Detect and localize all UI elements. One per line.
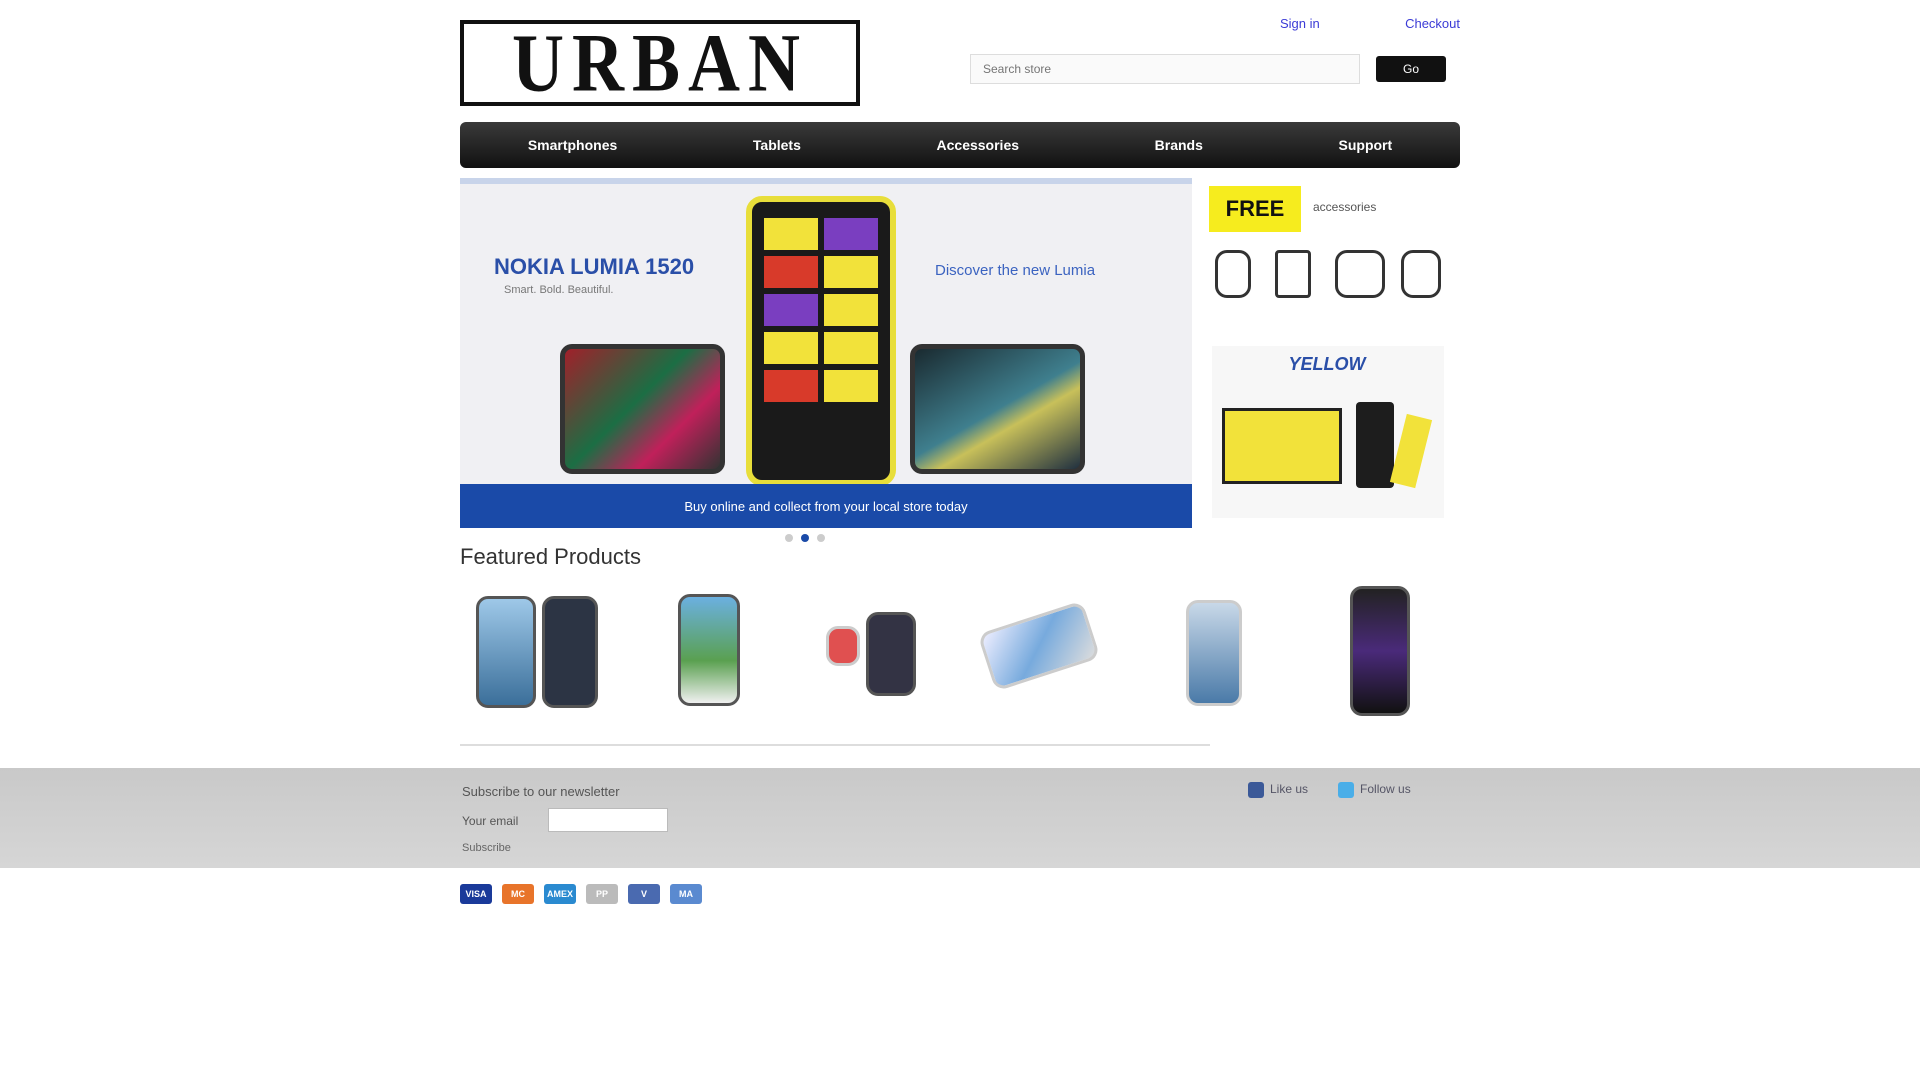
payment-icons: VISA MC AMEX PP V MA [460, 884, 702, 904]
nav-item-accessories[interactable]: Accessories [937, 137, 1020, 153]
search-button[interactable]: Go [1376, 56, 1446, 82]
footer: Subscribe to our newsletter Your email S… [0, 768, 1920, 868]
yellow-box-image [1222, 408, 1342, 484]
promo-text: accessories [1313, 200, 1377, 214]
product-item[interactable] [638, 586, 778, 716]
checkout-link[interactable]: Checkout [1405, 16, 1460, 31]
cable-icon [1275, 250, 1311, 298]
product-row [460, 586, 1460, 726]
slider-dots [785, 534, 825, 542]
sign-in-link[interactable]: Sign in [1280, 16, 1320, 31]
twitter-icon [1338, 782, 1355, 798]
visa-electron-icon: V [628, 884, 660, 904]
site-logo[interactable]: URBAN [460, 16, 860, 108]
free-badge: FREE [1209, 186, 1301, 232]
lumia-phone-image [746, 196, 896, 486]
tablet-right-image [910, 344, 1085, 474]
product-item[interactable] [806, 586, 946, 716]
paypal-icon: PP [586, 884, 618, 904]
product-image [977, 600, 1101, 692]
product-item[interactable] [1310, 586, 1450, 716]
divider [460, 744, 1210, 746]
subscribe-button[interactable]: Subscribe [462, 842, 511, 854]
product-image [826, 626, 860, 666]
charger-icon [1401, 250, 1441, 298]
facebook-label: Like us [1270, 782, 1309, 797]
product-image [476, 596, 536, 708]
hero-title: NOKIA LUMIA 1520 [494, 254, 695, 279]
nav-item-smartphones[interactable]: Smartphones [528, 137, 617, 153]
social-links: Like us Follow us [1248, 782, 1411, 798]
case-icon [1335, 250, 1385, 298]
product-image [678, 594, 740, 706]
twitter-link[interactable]: Follow us [1338, 782, 1411, 798]
product-image [866, 612, 916, 696]
black-phone-image [1356, 402, 1394, 488]
logo-text: URBAN [511, 16, 808, 109]
slider-dot[interactable] [785, 534, 793, 542]
nav-item-tablets[interactable]: Tablets [753, 137, 801, 153]
newsletter-title: Subscribe to our newsletter [462, 784, 620, 799]
search-input[interactable] [970, 54, 1360, 84]
product-item[interactable] [974, 586, 1114, 716]
product-image [1186, 600, 1242, 706]
product-image [542, 596, 598, 708]
top-links: Sign in Checkout [1280, 16, 1460, 31]
email-label: Your email [462, 814, 519, 828]
headphones-icon [1215, 250, 1251, 298]
main-nav: Smartphones Tablets Accessories Brands S… [460, 122, 1460, 168]
yellow-phone-image [1389, 413, 1433, 489]
yellow-promo[interactable]: YELLOW [1212, 346, 1444, 518]
newsletter-email-input[interactable] [548, 808, 668, 832]
slider-dot[interactable] [817, 534, 825, 542]
product-item[interactable] [470, 586, 610, 716]
nav-item-brands[interactable]: Brands [1155, 137, 1203, 153]
facebook-icon [1248, 782, 1264, 798]
featured-title: Featured Products [460, 544, 641, 569]
slider-dot-active[interactable] [801, 534, 809, 542]
hero-subtitle: Smart. Bold. Beautiful. [504, 284, 614, 296]
mastercard-icon: MC [502, 884, 534, 904]
hero-slider[interactable]: NOKIA LUMIA 1520 Smart. Bold. Beautiful.… [460, 178, 1192, 528]
twitter-label: Follow us [1360, 782, 1411, 797]
product-image [1350, 586, 1410, 716]
amex-icon: AMEX [544, 884, 576, 904]
facebook-link[interactable]: Like us [1248, 782, 1308, 798]
hero-right-text: Discover the new Lumia [935, 262, 1096, 279]
free-accessories-promo[interactable]: FREE accessories [1205, 180, 1455, 325]
tablet-left-image [560, 344, 725, 474]
hero-banner[interactable]: Buy online and collect from your local s… [460, 484, 1192, 528]
nav-item-support[interactable]: Support [1339, 137, 1393, 153]
product-item[interactable] [1142, 586, 1282, 716]
visa-icon: VISA [460, 884, 492, 904]
maestro-icon: MA [670, 884, 702, 904]
promo2-title: YELLOW [1288, 354, 1366, 374]
